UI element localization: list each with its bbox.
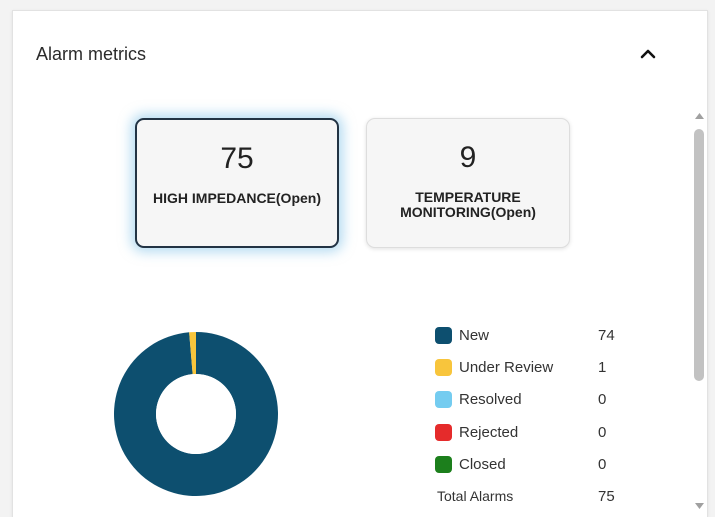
legend-label: Rejected <box>459 424 519 441</box>
kpi-card-high-impedance[interactable]: 75 HIGH IMPEDANCE(Open) <box>135 118 339 248</box>
kpi-value: 75 <box>220 142 254 175</box>
legend-swatch <box>435 456 452 473</box>
legend-count: 0 <box>598 456 607 473</box>
legend-swatch <box>435 359 452 376</box>
legend-item-closed[interactable]: Closed 0 <box>435 454 635 474</box>
panel-title: Alarm metrics <box>36 44 147 64</box>
panel-content: 75 HIGH IMPEDANCE(Open) 9 TEMPERATURE MO… <box>13 101 689 517</box>
panel-header: Alarm metrics <box>13 11 707 101</box>
legend-swatch <box>435 391 452 408</box>
total-alarms-label: Total Alarms <box>437 488 514 504</box>
legend-swatch <box>435 424 452 441</box>
vertical-scrollbar[interactable] <box>689 101 707 517</box>
donut-hole <box>156 374 236 454</box>
legend-count: 74 <box>598 327 615 344</box>
legend-count: 0 <box>598 391 607 408</box>
legend-count: 1 <box>598 359 607 376</box>
kpi-card-temperature-monitoring[interactable]: 9 TEMPERATURE MONITORING(Open) <box>366 118 570 248</box>
kpi-label: HIGH IMPEDANCE(Open) <box>153 190 321 206</box>
alarm-status-donut-chart <box>114 332 279 496</box>
legend-item-under-review[interactable]: Under Review 1 <box>435 357 635 377</box>
legend-label: New <box>459 327 490 344</box>
scroll-down-button[interactable] <box>694 501 704 511</box>
triangle-down-icon <box>694 503 704 509</box>
kpi-value: 9 <box>459 141 477 174</box>
legend-label: Under Review <box>459 359 554 376</box>
legend-count: 0 <box>598 424 607 441</box>
legend-label: Resolved <box>459 391 522 408</box>
legend-item-resolved[interactable]: Resolved 0 <box>435 389 635 409</box>
chevron-up-icon <box>640 49 656 59</box>
kpi-label: TEMPERATURE MONITORING(Open) <box>400 189 536 220</box>
legend-label: Closed <box>459 456 506 473</box>
legend-item-rejected[interactable]: Rejected 0 <box>435 422 635 442</box>
legend-total-row: Total Alarms 75 <box>435 486 635 506</box>
alarm-metrics-panel: Alarm metrics 75 HIGH IMPEDANCE(Open) 9 … <box>12 10 708 517</box>
legend-swatch <box>435 327 452 344</box>
scrollbar-thumb[interactable] <box>694 129 704 381</box>
triangle-up-icon <box>694 113 704 119</box>
legend-item-new[interactable]: New 74 <box>435 325 635 345</box>
scroll-up-button[interactable] <box>694 111 704 121</box>
collapse-button[interactable] <box>635 41 661 67</box>
total-alarms-count: 75 <box>598 488 615 505</box>
